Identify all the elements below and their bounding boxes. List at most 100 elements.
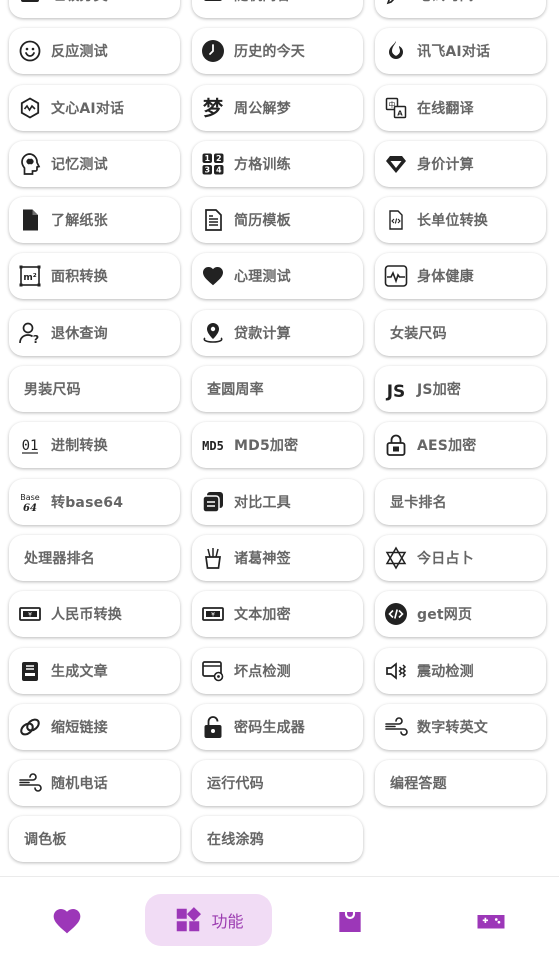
tool-card[interactable]: ? 退休查询 <box>9 309 180 356</box>
code-circle-icon <box>384 602 408 626</box>
nav-features[interactable]: 功能 <box>145 894 272 946</box>
heart-icon <box>201 264 225 288</box>
wind-icon <box>18 771 42 795</box>
widgets-icon <box>173 905 203 935</box>
tool-label: 人民币转换 <box>51 607 122 624</box>
flame-icon <box>384 39 408 63</box>
tool-card[interactable]: 女装尺码 <box>375 309 546 356</box>
tool-card[interactable]: 长单位转换 <box>375 197 546 244</box>
tool-card[interactable]: 显卡排名 <box>375 478 546 525</box>
tool-label: 处理器排名 <box>24 550 95 567</box>
heartbeat-icon <box>384 264 408 288</box>
tool-card[interactable]: 查圆周率 <box>192 366 363 413</box>
nav-features-label: 功能 <box>211 912 244 931</box>
tool-card[interactable]: 了解纸张 <box>9 197 180 244</box>
tool-card[interactable]: 讯飞AI对话 <box>375 28 546 75</box>
hexagon-pulse-icon <box>18 96 42 120</box>
tool-card[interactable]: 中 A 在线翻译 <box>375 84 546 131</box>
translate-icon: 中A <box>384 96 408 120</box>
tool-card[interactable]: ¥ 文本加密 <box>192 591 363 638</box>
tool-label: JS加密 <box>417 382 462 399</box>
tool-label: 文心AI对话 <box>51 100 125 117</box>
tool-label: 文本加密 <box>234 607 291 624</box>
tool-card[interactable]: 今日占卜 <box>375 534 546 581</box>
tool-card[interactable]: 随机问答 <box>192 0 363 18</box>
svg-text:2: 2 <box>216 154 222 163</box>
binary-icon: 01 <box>18 433 42 457</box>
tool-card[interactable]: 历史的今天 <box>192 28 363 75</box>
tool-card[interactable]: 诸葛神签 <box>192 534 363 581</box>
link-icon <box>18 715 42 739</box>
svg-text:m²: m² <box>23 273 36 283</box>
tool-label: 面积转换 <box>51 269 108 286</box>
javascript-icon: JS <box>384 377 408 401</box>
svg-text:Base: Base <box>20 493 40 502</box>
tool-card[interactable]: 反应测试 <box>9 28 180 75</box>
tool-card[interactable]: 随机电话 <box>9 760 180 807</box>
tool-card[interactable]: get网页 <box>375 591 546 638</box>
tool-card[interactable]: 在线涂鸦 <box>192 816 363 863</box>
tool-card[interactable]: 编程答题 <box>375 760 546 807</box>
svg-text:中: 中 <box>389 100 396 109</box>
tool-card[interactable]: 心理测试 <box>192 253 363 300</box>
gamepad-icon <box>473 903 509 939</box>
tool-card[interactable]: 1 2 3 4 方格训练 <box>192 140 363 187</box>
tool-card[interactable]: 处理器排名 <box>9 534 180 581</box>
base64-icon: Base 64 <box>18 490 42 514</box>
tool-card[interactable]: MD5 MD5加密 <box>192 422 363 469</box>
head-brain-icon <box>18 152 42 176</box>
tool-card[interactable]: 文心AI对话 <box>9 84 180 131</box>
tool-grid: 垃圾分类随机问答笔试时间反应测试历史的今天讯飞AI对话文心AI对话梦周公解梦中A… <box>0 0 559 863</box>
tool-card[interactable]: 生成文章 <box>9 647 180 694</box>
dream-icon: 梦 <box>201 96 225 120</box>
tool-label: 密码生成器 <box>234 719 305 736</box>
banknote-icon: ¥ <box>201 602 225 626</box>
tool-card[interactable]: m² 面积转换 <box>9 253 180 300</box>
tool-card[interactable]: 对比工具 <box>192 478 363 525</box>
tool-label: 讯飞AI对话 <box>417 44 491 61</box>
tool-card[interactable]: 运行代码 <box>192 760 363 807</box>
svg-text:JS: JS <box>386 382 406 401</box>
list-icon <box>18 0 42 7</box>
tool-card[interactable]: 男装尺码 <box>9 366 180 413</box>
tool-card[interactable]: 简历模板 <box>192 197 363 244</box>
tool-label: 在线翻译 <box>417 100 474 117</box>
tool-card[interactable]: 缩短链接 <box>9 703 180 750</box>
tool-label: 了解纸张 <box>51 213 108 230</box>
wind-icon <box>384 715 408 739</box>
tool-card[interactable]: 01 进制转换 <box>9 422 180 469</box>
tool-card[interactable]: 垃圾分类 <box>9 0 180 18</box>
speaker-vibrate-icon <box>384 659 408 683</box>
tool-card[interactable]: 震动检测 <box>375 647 546 694</box>
bottom-navigation: 功能 <box>0 877 559 961</box>
tool-card[interactable]: AES加密 <box>375 422 546 469</box>
padlock-icon <box>384 433 408 457</box>
tool-card[interactable]: 贷款计算 <box>192 309 363 356</box>
nav-favorites[interactable] <box>50 904 84 938</box>
tool-label: 运行代码 <box>207 776 264 793</box>
tool-label: 反应测试 <box>51 44 108 61</box>
tool-card[interactable]: 密码生成器 <box>192 703 363 750</box>
tool-card[interactable]: Base 64 转base64 <box>9 478 180 525</box>
tool-card[interactable]: ¥ 人民币转换 <box>9 591 180 638</box>
paper-icon <box>18 208 42 232</box>
nav-shop[interactable] <box>333 903 367 937</box>
tool-card[interactable]: 坏点检测 <box>192 647 363 694</box>
tool-card[interactable]: 身体健康 <box>375 253 546 300</box>
svg-text:1: 1 <box>205 154 211 163</box>
tool-card[interactable]: 梦周公解梦 <box>192 84 363 131</box>
tool-label: AES加密 <box>417 438 477 455</box>
tool-card[interactable]: 身价计算 <box>375 140 546 187</box>
tool-card[interactable]: 数字转英文 <box>375 703 546 750</box>
tool-label: get网页 <box>417 607 473 624</box>
tool-label: 编程答题 <box>390 776 447 793</box>
nav-games[interactable] <box>472 904 510 938</box>
svg-text:64: 64 <box>23 503 37 514</box>
tool-card[interactable]: JS JS加密 <box>375 366 546 413</box>
tool-label: 转base64 <box>51 494 124 511</box>
tool-label: 震动检测 <box>417 663 474 680</box>
tool-card[interactable]: 笔试时间 <box>375 0 546 18</box>
location-pin-icon <box>201 321 225 345</box>
tool-card[interactable]: 调色板 <box>9 816 180 863</box>
tool-card[interactable]: 记忆测试 <box>9 140 180 187</box>
